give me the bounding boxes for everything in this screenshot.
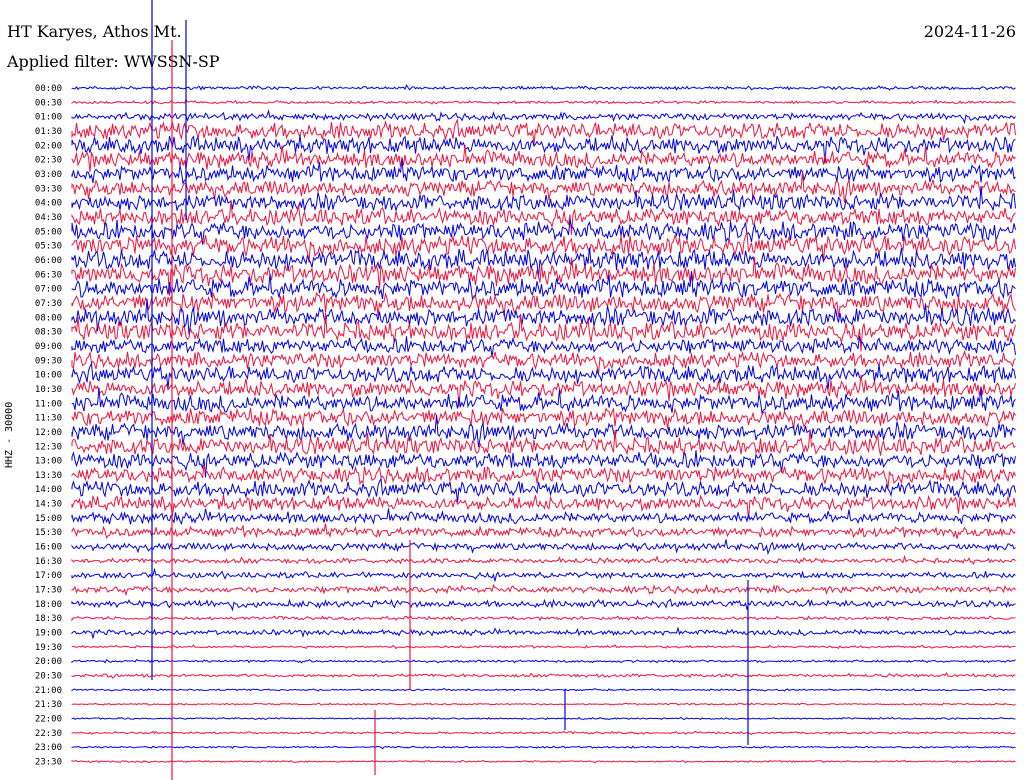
seismogram-plot: 00:00 00:30 01:00 01:30 02:00 02:30 03:00 03:30… — [35, 0, 1016, 780]
time-tick-label: 22:30 — [35, 729, 62, 739]
trace-1630 — [71, 554, 1016, 565]
time-tick-label: 15:30 — [35, 528, 62, 538]
trace-2030 — [71, 671, 1016, 679]
time-tick-label: 20:30 — [35, 672, 62, 682]
time-tick-label: 07:00 — [35, 285, 62, 295]
time-tick-label: 03:30 — [35, 184, 62, 194]
time-tick-label: 07:30 — [35, 299, 62, 309]
trace-0900 — [71, 335, 1016, 358]
time-tick-label: 08:00 — [35, 313, 62, 323]
time-tick-label: 05:30 — [35, 242, 62, 252]
time-tick-label: 09:30 — [35, 356, 62, 366]
time-tick-label: 05:00 — [35, 227, 62, 237]
trace-0830 — [71, 313, 1016, 352]
time-tick-label: 19:00 — [35, 629, 62, 639]
trace-0130 — [71, 118, 1016, 146]
trace-1400 — [71, 477, 1016, 503]
trace-1300 — [71, 450, 1016, 478]
trace-0930 — [71, 349, 1016, 374]
time-tick-label: 03:00 — [35, 170, 62, 180]
time-tick-label: 14:30 — [35, 500, 62, 510]
time-tick-label: 10:00 — [35, 371, 62, 381]
trace-0100 — [71, 109, 1016, 125]
time-tick-label: 16:30 — [35, 557, 62, 567]
time-tick-label: 17:00 — [35, 571, 62, 581]
time-tick-label: 12:00 — [35, 428, 62, 438]
time-tick-label: 23:00 — [35, 743, 62, 753]
time-tick-label: 20:00 — [35, 657, 62, 667]
time-tick-label: 00:00 — [35, 84, 62, 94]
time-tick-label: 11:30 — [35, 414, 62, 424]
time-tick-label: 02:00 — [35, 141, 62, 151]
time-tick-label: 01:00 — [35, 113, 62, 123]
time-tick-label: 04:00 — [35, 199, 62, 209]
time-tick-label: 21:00 — [35, 686, 62, 696]
time-tick-label: 14:00 — [35, 485, 62, 495]
trace-0030 — [71, 98, 1016, 105]
trace-2100 — [71, 687, 1016, 692]
time-tick-label: 18:00 — [35, 600, 62, 610]
trace-1600 — [71, 539, 1016, 555]
time-tick-label: 12:30 — [35, 442, 62, 452]
time-tick-label: 08:30 — [35, 328, 62, 338]
trace-1100 — [71, 387, 1016, 415]
trace-1330 — [71, 464, 1016, 489]
time-tick-label: 22:00 — [35, 715, 62, 725]
trace-2000 — [71, 659, 1016, 664]
time-tick-label: 13:30 — [35, 471, 62, 481]
trace-2300 — [71, 745, 1016, 750]
trace-1530 — [71, 523, 1016, 540]
trace-1800 — [71, 598, 1016, 612]
trace-1500 — [71, 508, 1016, 526]
trace-0530 — [71, 232, 1016, 263]
time-tick-label: 10:30 — [35, 385, 62, 395]
time-tick-label: 21:30 — [35, 700, 62, 710]
trace-1900 — [71, 626, 1016, 639]
time-tick-label: 11:00 — [35, 399, 62, 409]
time-tick-label: 16:00 — [35, 543, 62, 553]
trace-0000 — [71, 84, 1016, 91]
trace-2130 — [71, 702, 1016, 706]
trace-1130 — [71, 407, 1016, 430]
trace-2230 — [71, 730, 1016, 736]
time-tick-label: 09:00 — [35, 342, 62, 352]
time-tick-label: 18:30 — [35, 614, 62, 624]
trace-1700 — [71, 567, 1016, 582]
trace-0300 — [71, 159, 1016, 185]
time-tick-label: 04:30 — [35, 213, 62, 223]
time-tick-label: 06:00 — [35, 256, 62, 266]
time-tick-label: 15:00 — [35, 514, 62, 524]
time-tick-label: 17:30 — [35, 586, 62, 596]
time-tick-label: 02:30 — [35, 156, 62, 166]
time-tick-label: 01:30 — [35, 127, 62, 137]
trace-1830 — [71, 615, 1016, 622]
trace-2330 — [71, 759, 1016, 764]
trace-1930 — [71, 644, 1016, 650]
time-tick-label: 23:30 — [35, 758, 62, 768]
time-tick-label: 00:30 — [35, 98, 62, 108]
time-tick-label: 19:30 — [35, 643, 62, 653]
trace-2200 — [71, 716, 1016, 721]
time-tick-label: 06:30 — [35, 270, 62, 280]
trace-1730 — [71, 583, 1016, 597]
time-tick-label: 13:00 — [35, 457, 62, 467]
trace-0500 — [71, 219, 1016, 245]
